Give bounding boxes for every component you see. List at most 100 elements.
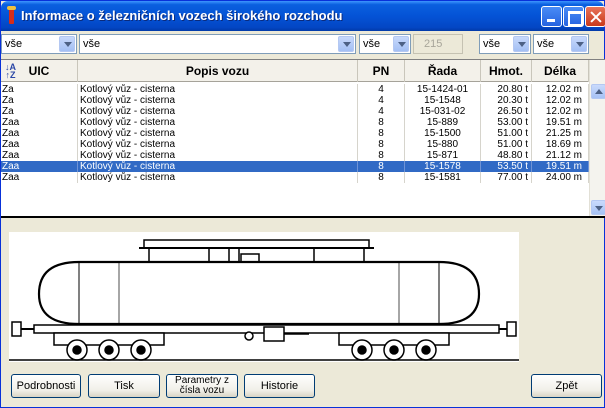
chevron-down-icon[interactable] [571,36,587,52]
cell-uic: Zaa [1,117,78,128]
pn-filter-select[interactable]: vše [359,34,411,54]
column-header-popis[interactable]: Popis vozu [78,60,358,82]
chevron-down-icon[interactable] [59,36,75,52]
delka-filter-select[interactable]: vše [533,34,589,54]
column-header-rada[interactable]: Řada [405,60,481,82]
cell-popis: Kotlový vůz - cisterna [78,95,358,106]
cell-popis: Kotlový vůz - cisterna [78,106,358,117]
cell-delka: 21.25 m [532,128,589,139]
cell-rada: 15-1581 [405,172,481,183]
cell-hmot: 26.50 t [481,106,532,117]
cell-hmot: 51.00 t [481,139,532,150]
cell-delka: 24.00 m [532,172,589,183]
window-title: Informace o železničních vozech širokého… [21,8,343,23]
cell-uic: Za [1,84,78,95]
title-bar[interactable]: Informace o železničních vozech širokého… [1,1,605,31]
cell-rada: 15-1578 [405,161,481,172]
cell-uic: Zaa [1,150,78,161]
cell-uic: Zaa [1,139,78,150]
sort-icon[interactable]: ↓A ↑Z [5,63,16,80]
uic-filter-value: vše [5,38,23,50]
pane-splitter[interactable] [1,216,605,218]
table-row[interactable]: Zaa Kotlový vůz - cisterna 8 15-871 48.8… [1,150,589,161]
chevron-down-icon[interactable] [513,36,529,52]
cell-delka: 12.02 m [532,95,589,106]
table-row[interactable]: Zaa Kotlový vůz - cisterna 8 15-880 51.0… [1,139,589,150]
popis-filter-value: vše [83,38,101,50]
rada-number-value: 215 [424,38,443,50]
table-scrollbar[interactable] [589,60,605,217]
cell-hmot: 77.00 t [481,172,532,183]
table-header: ↓A ↑Z UIC Popis vozu PN Řada Hmot. Délka [1,60,589,82]
cell-delka: 12.02 m [532,84,589,95]
cell-hmot: 51.00 t [481,128,532,139]
column-header-uic-label: UIC [28,64,50,78]
tank-wagon-image [9,239,519,361]
cell-pn: 8 [358,150,405,161]
cell-pn: 8 [358,161,405,172]
wagon-table[interactable]: ↓A ↑Z UIC Popis vozu PN Řada Hmot. Délka … [1,59,605,217]
cell-uic: Zaa [1,161,78,172]
cell-delka: 18.69 m [532,139,589,150]
maximize-button[interactable] [563,6,584,27]
historie-button[interactable]: Historie [244,374,315,398]
column-header-delka[interactable]: Délka [532,60,589,82]
cell-pn: 8 [358,172,405,183]
cell-rada: 15-880 [405,139,481,150]
cell-pn: 4 [358,106,405,117]
cell-rada: 15-1548 [405,95,481,106]
cell-uic: Zaa [1,172,78,183]
cell-uic: Za [1,95,78,106]
cell-popis: Kotlový vůz - cisterna [78,150,358,161]
table-row-selected[interactable]: Zaa Kotlový vůz - cisterna 8 15-1578 53.… [1,161,589,172]
popis-filter-select[interactable]: vše [79,34,356,54]
scroll-up-icon[interactable] [591,84,605,99]
hmot-filter-value: vše [483,38,501,50]
cell-rada: 15-871 [405,150,481,161]
column-header-hmot[interactable]: Hmot. [481,60,532,82]
parametry-button-line2: čísla vozu [179,385,225,396]
cell-pn: 8 [358,139,405,150]
table-row[interactable]: Za Kotlový vůz - cisterna 4 15-1424-01 2… [1,84,589,95]
rada-number-field[interactable]: 215 [413,34,463,54]
minimize-button[interactable] [541,6,562,27]
wagon-drawing [9,232,519,362]
parametry-button[interactable]: Parametry z čísla vozu [166,374,238,398]
cell-popis: Kotlový vůz - cisterna [78,128,358,139]
podrobnosti-button[interactable]: Podrobnosti [11,374,81,398]
chevron-down-icon[interactable] [338,36,354,52]
cell-pn: 4 [358,95,405,106]
cell-uic: Zaa [1,128,78,139]
scroll-down-icon[interactable] [591,200,605,215]
cell-rada: 15-031-02 [405,106,481,117]
cell-popis: Kotlový vůz - cisterna [78,161,358,172]
hmot-filter-select[interactable]: vše [479,34,531,54]
pn-filter-value: vše [363,38,381,50]
zpet-button[interactable]: Zpět [531,374,602,398]
app-icon [7,6,16,24]
table-row[interactable]: Za Kotlový vůz - cisterna 4 15-1548 20.3… [1,95,589,106]
chevron-down-icon[interactable] [393,36,409,52]
delka-filter-value: vše [537,38,555,50]
table-row[interactable]: Zaa Kotlový vůz - cisterna 8 15-889 53.0… [1,117,589,128]
cell-delka: 19.51 m [532,161,589,172]
cell-rada: 15-1500 [405,128,481,139]
close-button[interactable] [585,6,605,27]
column-header-pn[interactable]: PN [358,60,405,82]
cell-rada: 15-1424-01 [405,84,481,95]
cell-hmot: 20.30 t [481,95,532,106]
cell-popis: Kotlový vůz - cisterna [78,172,358,183]
cell-delka: 19.51 m [532,117,589,128]
cell-popis: Kotlový vůz - cisterna [78,117,358,128]
column-header-uic[interactable]: ↓A ↑Z UIC [1,60,78,82]
cell-hmot: 53.50 t [481,161,532,172]
tisk-button[interactable]: Tisk [88,374,160,398]
table-row[interactable]: Zaa Kotlový vůz - cisterna 8 15-1500 51.… [1,128,589,139]
table-row[interactable]: Za Kotlový vůz - cisterna 4 15-031-02 26… [1,106,589,117]
cell-delka: 21.12 m [532,150,589,161]
cell-pn: 8 [358,128,405,139]
uic-filter-select[interactable]: vše [1,34,77,54]
app-window: Informace o železničních vozech širokého… [0,0,605,408]
table-row[interactable]: Zaa Kotlový vůz - cisterna 8 15-1581 77.… [1,172,589,183]
filter-bar: vše vše vše 215 vše vše [1,34,605,54]
